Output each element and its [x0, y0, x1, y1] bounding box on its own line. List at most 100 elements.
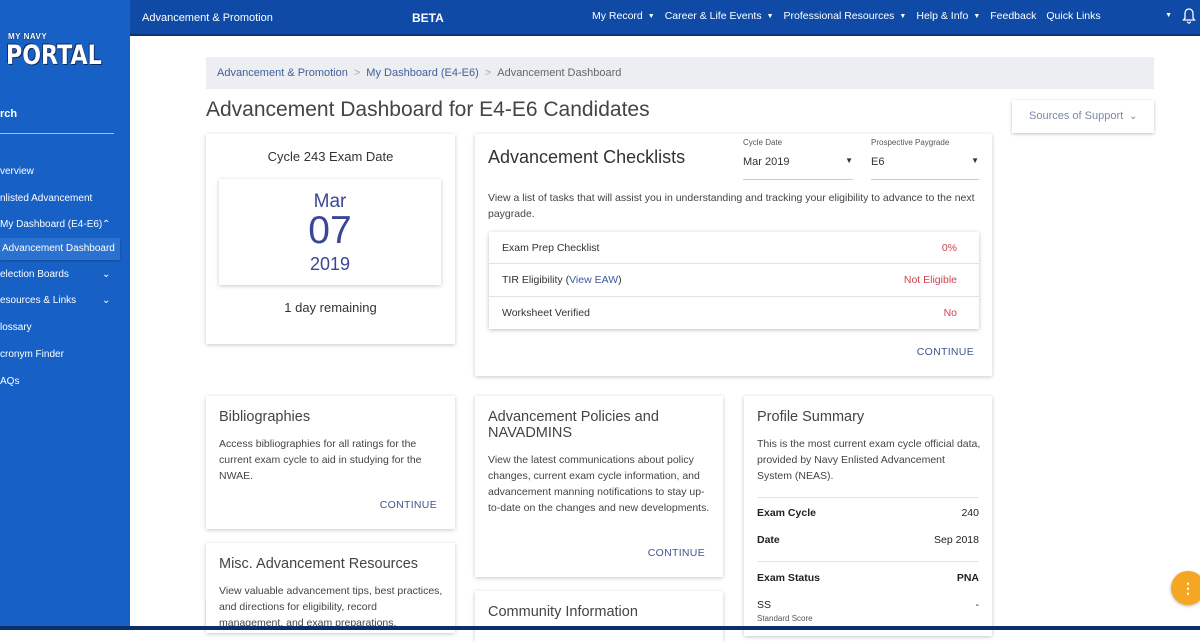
breadcrumb-advancement-promotion[interactable]: Advancement & Promotion: [217, 67, 348, 79]
nav-label: Career & Life Events: [664, 10, 762, 22]
checklists-title: Advancement Checklists: [488, 147, 686, 167]
sidebar-item-label: cronym Finder: [0, 348, 64, 360]
standard-score-row: SS - Standard Score: [757, 599, 980, 623]
policies-continue-button[interactable]: CONTINUE: [648, 547, 705, 559]
checklist-row-exam-prep[interactable]: Exam Prep Checklist 0%: [489, 232, 979, 265]
cycle-date-label: Cycle Date: [743, 138, 783, 147]
misc-resources-title: Misc. Advancement Resources: [219, 556, 419, 572]
ss-sublabel: Standard Score: [757, 614, 813, 623]
sidebar-item-glossary[interactable]: lossary: [0, 318, 130, 345]
logo-portal-text: PORTAL: [6, 40, 102, 71]
community-title: Community Information: [488, 604, 638, 620]
checklists-continue-button[interactable]: CONTINUE: [917, 346, 974, 358]
sidebar-item-selection-boards[interactable]: election Boards ⌄: [0, 265, 130, 292]
checklist-row-worksheet-verified[interactable]: Worksheet Verified No: [489, 297, 979, 329]
community-information-card: Community Information: [475, 591, 723, 641]
bell-icon[interactable]: [1182, 8, 1196, 24]
profile-summary-description: This is the most current exam cycle offi…: [757, 438, 981, 482]
advancement-checklists-card: Advancement Checklists Cycle Date Mar 20…: [475, 134, 992, 376]
sidebar-item-label: verview: [0, 166, 34, 177]
policies-description: View the latest communications about pol…: [488, 454, 710, 514]
chevron-down-icon: ⌄: [102, 295, 111, 307]
view-eaw-link[interactable]: View EAW: [569, 274, 618, 286]
sidebar-item-advancement-dashboard[interactable]: Advancement Dashboard: [0, 238, 120, 261]
breadcrumb-current: Advancement Dashboard: [497, 67, 622, 79]
ss-value: -: [975, 599, 980, 611]
top-nav-menu: My Record ▼ Career & Life Events ▼ Profess…: [592, 10, 1111, 22]
exam-day: 07: [308, 209, 352, 252]
sidebar-item-acronym-finder[interactable]: cronym Finder: [0, 345, 130, 372]
nav-feedback[interactable]: Feedback: [990, 10, 1036, 22]
policies-navadmins-card: Advancement Policies and NAVADMINS View …: [475, 396, 723, 577]
breadcrumb-my-dashboard[interactable]: My Dashboard (E4-E6): [366, 67, 479, 79]
nav-label: Feedback: [990, 10, 1037, 22]
checklist-row-label: Worksheet Verified: [502, 306, 590, 319]
chevron-up-icon: ⌃: [102, 219, 111, 231]
divider: [757, 497, 979, 498]
breadcrumb: Advancement & Promotion > My Dashboard (E4…: [206, 57, 1154, 89]
nav-career-life-events[interactable]: Career & Life Events ▼: [665, 10, 774, 22]
section-title[interactable]: Advancement & Promotion: [142, 12, 273, 24]
sidebar-nav: verview nlisted Advancement My Dashboard…: [0, 162, 130, 398]
checklist-row-label: Exam Prep Checklist: [502, 242, 600, 254]
checklist-row-value: Not Eligible: [903, 274, 957, 287]
bibliographies-continue-button[interactable]: CONTINUE: [380, 499, 437, 511]
nav-quick-links[interactable]: Quick Links: [1046, 10, 1100, 22]
more-options-fab[interactable]: ⋮: [1171, 571, 1200, 605]
exam-cycle-row: Exam Cycle 240: [757, 507, 979, 519]
nav-help-info[interactable]: Help & Info ▼: [916, 10, 980, 22]
sidebar-item-enlisted-advancement[interactable]: nlisted Advancement: [0, 189, 130, 216]
chevron-down-icon: ⌄: [1129, 111, 1138, 122]
user-menu-caret-icon[interactable]: ▼: [1165, 12, 1172, 19]
checklist-row-tir-eligibility[interactable]: TIR Eligibility (View EAW) Not Eligible: [489, 264, 979, 297]
prospective-paygrade-select[interactable]: Prospective Paygrade E6 ▼: [871, 138, 979, 180]
date-row: Date Sep 2018: [757, 534, 979, 546]
nav-professional-resources[interactable]: Professional Resources ▼: [784, 10, 907, 22]
divider: [757, 561, 979, 562]
sidebar: MY NAVY PORTAL rch verview nlisted Advan…: [0, 0, 130, 630]
sidebar-item-faqs[interactable]: AQs: [0, 372, 130, 399]
beta-badge: BETA: [412, 11, 444, 25]
sidebar-item-resources-links[interactable]: esources & Links ⌄: [0, 291, 130, 318]
breadcrumb-separator: >: [484, 67, 492, 79]
exam-status-row: Exam Status PNA: [757, 572, 979, 584]
cycle-date-select[interactable]: Cycle Date Mar 2019 ▼: [743, 138, 853, 180]
misc-resources-card: Misc. Advancement Resources View valuabl…: [206, 543, 455, 633]
checklist-row-label: TIR Eligibility (: [502, 274, 570, 287]
exam-date-title: Cycle 243 Exam Date: [267, 149, 394, 164]
bottom-bar: [0, 626, 1200, 630]
search-label[interactable]: rch: [0, 108, 17, 120]
page-title: Advancement Dashboard for E4-E6 Candidat…: [206, 98, 650, 121]
my-navy-portal-logo[interactable]: MY NAVY PORTAL: [4, 30, 104, 71]
sidebar-item-label: nlisted Advancement: [0, 192, 93, 204]
sidebar-item-overview[interactable]: verview: [0, 162, 130, 189]
nav-label: My Record: [592, 10, 643, 22]
caret-down-icon: ▼: [845, 156, 853, 165]
nav-label: Quick Links: [1046, 10, 1101, 22]
misc-resources-description: View valuable advancement tips, best pra…: [219, 585, 443, 629]
search-underline: [0, 133, 114, 134]
exam-status-value: PNA: [956, 572, 979, 584]
more-vertical-icon: ⋮: [1181, 580, 1195, 596]
paygrade-label: Prospective Paygrade: [871, 138, 950, 147]
policies-title: Advancement Policies and NAVADMINS: [488, 409, 659, 441]
ss-label: SS: [757, 599, 772, 611]
sidebar-item-label: My Dashboard (E4-E6): [0, 219, 103, 231]
sources-of-support-label: Sources of Support: [1029, 110, 1124, 122]
sources-of-support-dropdown[interactable]: Sources of Support ⌄: [1012, 100, 1154, 133]
date-label: Date: [757, 534, 780, 546]
bibliographies-title: Bibliographies: [219, 409, 311, 425]
checklist-row-label-suffix: ): [618, 274, 622, 287]
divider: [205, 600, 206, 626]
caret-down-icon: ▼: [971, 156, 979, 165]
profile-summary-card: Profile Summary This is the most current…: [744, 396, 992, 636]
sidebar-item-label: esources & Links: [0, 295, 77, 307]
sidebar-item-label: lossary: [0, 322, 32, 334]
nav-label: Help & Info: [916, 10, 969, 22]
caret-down-icon: ▼: [766, 12, 774, 20]
checklists-description: View a list of tasks that will assist yo…: [488, 192, 975, 220]
nav-my-record[interactable]: My Record ▼: [592, 10, 655, 22]
exam-cycle-label: Exam Cycle: [757, 507, 816, 519]
sidebar-item-label: election Boards: [0, 268, 69, 280]
sidebar-item-label: Advancement Dashboard: [2, 243, 115, 255]
